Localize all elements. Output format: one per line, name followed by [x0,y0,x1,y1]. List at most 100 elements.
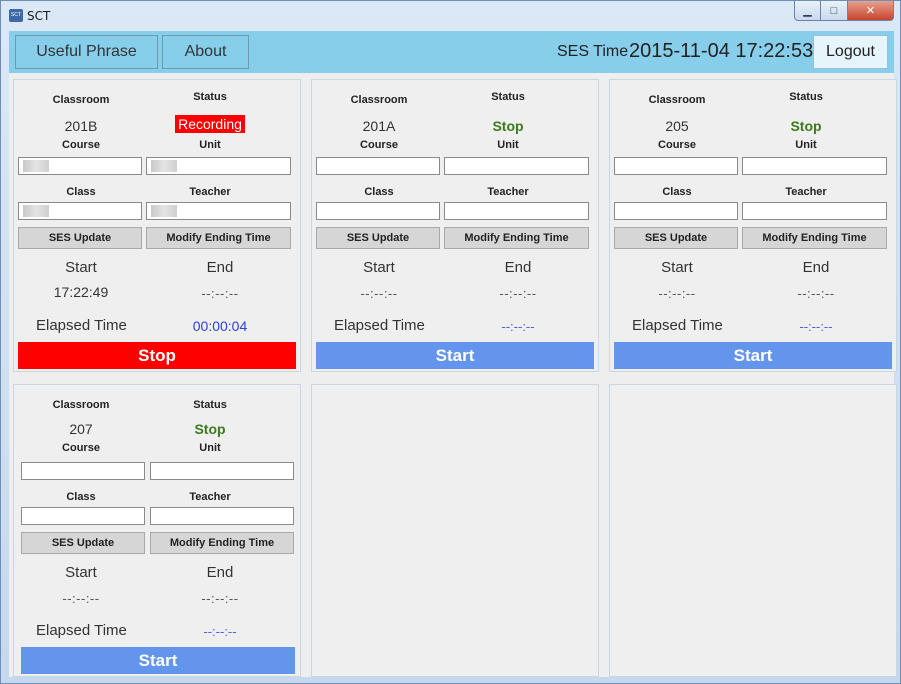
minimize-icon[interactable]: ▁ [794,1,821,21]
redacted-text [23,160,49,172]
course-header: Course [62,442,100,454]
teacher-header: Teacher [189,186,231,198]
unit-field[interactable] [146,157,291,175]
ses-update-button[interactable]: SES Update [316,227,440,249]
logout-button[interactable]: Logout [813,35,888,69]
elapsed-time-label: Elapsed Time [36,622,127,639]
start-time-value: --:--:-- [62,591,100,606]
classroom-value: 201B [64,118,98,134]
ses-update-button[interactable]: SES Update [614,227,738,249]
elapsed-time-value: --:--:-- [799,319,833,334]
teacher-field[interactable] [150,507,294,525]
classroom-panel-201b: Classroom Status 201B Recording Course U… [13,79,301,372]
status-container: Recording [145,115,275,134]
useful-phrase-button[interactable]: Useful Phrase [15,35,158,69]
client-area: Useful Phrase About SES Time 2015-11-04 … [9,31,897,677]
start-time-value: --:--:-- [360,286,398,301]
empty-panel-5 [311,384,599,677]
class-field[interactable] [21,507,145,525]
elapsed-time-label: Elapsed Time [334,317,425,334]
teacher-header: Teacher [785,186,827,198]
classroom-header: Classroom [350,94,408,106]
course-header: Course [62,139,100,151]
ses-time-label: SES Time [557,43,629,60]
elapsed-time-value: --:--:-- [501,319,535,334]
redacted-text [151,205,177,217]
end-label: End [206,259,234,276]
course-header: Course [658,139,696,151]
start-label: Start [363,259,395,276]
modify-ending-time-button[interactable]: Modify Ending Time [150,532,294,554]
class-field[interactable] [614,202,738,220]
classroom-header: Classroom [648,94,706,106]
status-header: Status [193,91,227,103]
close-icon[interactable]: ✕ [848,1,894,21]
course-field[interactable] [18,157,142,175]
teacher-header: Teacher [487,186,529,198]
class-header: Class [66,491,96,503]
end-time-value: --:--:-- [797,286,835,301]
window-title: SCT [27,9,51,23]
end-label: End [802,259,830,276]
classroom-panel-207: Classroom Status 207 Stop Course Unit Cl… [13,384,301,677]
unit-header: Unit [795,139,817,151]
maximize-icon[interactable]: □ [821,1,848,21]
status-header: Status [193,399,227,411]
start-button[interactable]: Start [614,342,892,369]
modify-ending-time-button[interactable]: Modify Ending Time [742,227,887,249]
unit-field[interactable] [742,157,887,175]
stop-button[interactable]: Stop [18,342,296,369]
redacted-text [151,160,177,172]
class-header: Class [364,186,394,198]
classroom-panel-201a: Classroom Status 201A Stop Course Unit C… [311,79,599,372]
class-header: Class [662,186,692,198]
about-button[interactable]: About [162,35,249,69]
classroom-header: Classroom [52,94,110,106]
start-button[interactable]: Start [21,647,295,674]
end-label: End [206,564,234,581]
modify-ending-time-button[interactable]: Modify Ending Time [146,227,291,249]
teacher-field[interactable] [146,202,291,220]
ses-update-button[interactable]: SES Update [21,532,145,554]
ses-time-value: 2015-11-04 17:22:53 [629,40,814,62]
window-controls: ▁ □ ✕ [794,1,894,21]
unit-header: Unit [199,139,221,151]
classroom-value: 207 [69,421,93,437]
classroom-value: 201A [362,118,396,134]
ses-update-button[interactable]: SES Update [18,227,142,249]
unit-field[interactable] [150,462,294,480]
teacher-field[interactable] [742,202,887,220]
status-badge: Stop [790,118,822,134]
redacted-text [23,205,49,217]
end-time-value: --:--:-- [201,591,239,606]
end-time-value: --:--:-- [201,286,239,301]
title-bar[interactable]: SCT SCT ▁ □ ✕ [1,1,900,31]
top-toolbar: Useful Phrase About SES Time 2015-11-04 … [9,31,894,73]
teacher-header: Teacher [189,491,231,503]
end-time-value: --:--:-- [499,286,537,301]
start-label: Start [661,259,693,276]
course-header: Course [360,139,398,151]
class-header: Class [66,186,96,198]
start-label: Start [65,564,97,581]
empty-panel-6 [609,384,897,677]
course-field[interactable] [21,462,145,480]
unit-field[interactable] [444,157,589,175]
course-field[interactable] [316,157,440,175]
start-time-value: 17:22:49 [53,284,109,300]
start-button[interactable]: Start [316,342,594,369]
teacher-field[interactable] [444,202,589,220]
class-field[interactable] [316,202,440,220]
status-header: Status [789,91,823,103]
status-badge: Recording [175,115,245,133]
start-time-value: --:--:-- [658,286,696,301]
app-logo-icon: SCT [9,9,23,22]
end-label: End [504,259,532,276]
course-field[interactable] [614,157,738,175]
unit-header: Unit [497,139,519,151]
elapsed-time-label: Elapsed Time [36,317,127,334]
modify-ending-time-button[interactable]: Modify Ending Time [444,227,589,249]
status-badge: Stop [492,118,524,134]
classroom-value: 205 [665,118,689,134]
class-field[interactable] [18,202,142,220]
